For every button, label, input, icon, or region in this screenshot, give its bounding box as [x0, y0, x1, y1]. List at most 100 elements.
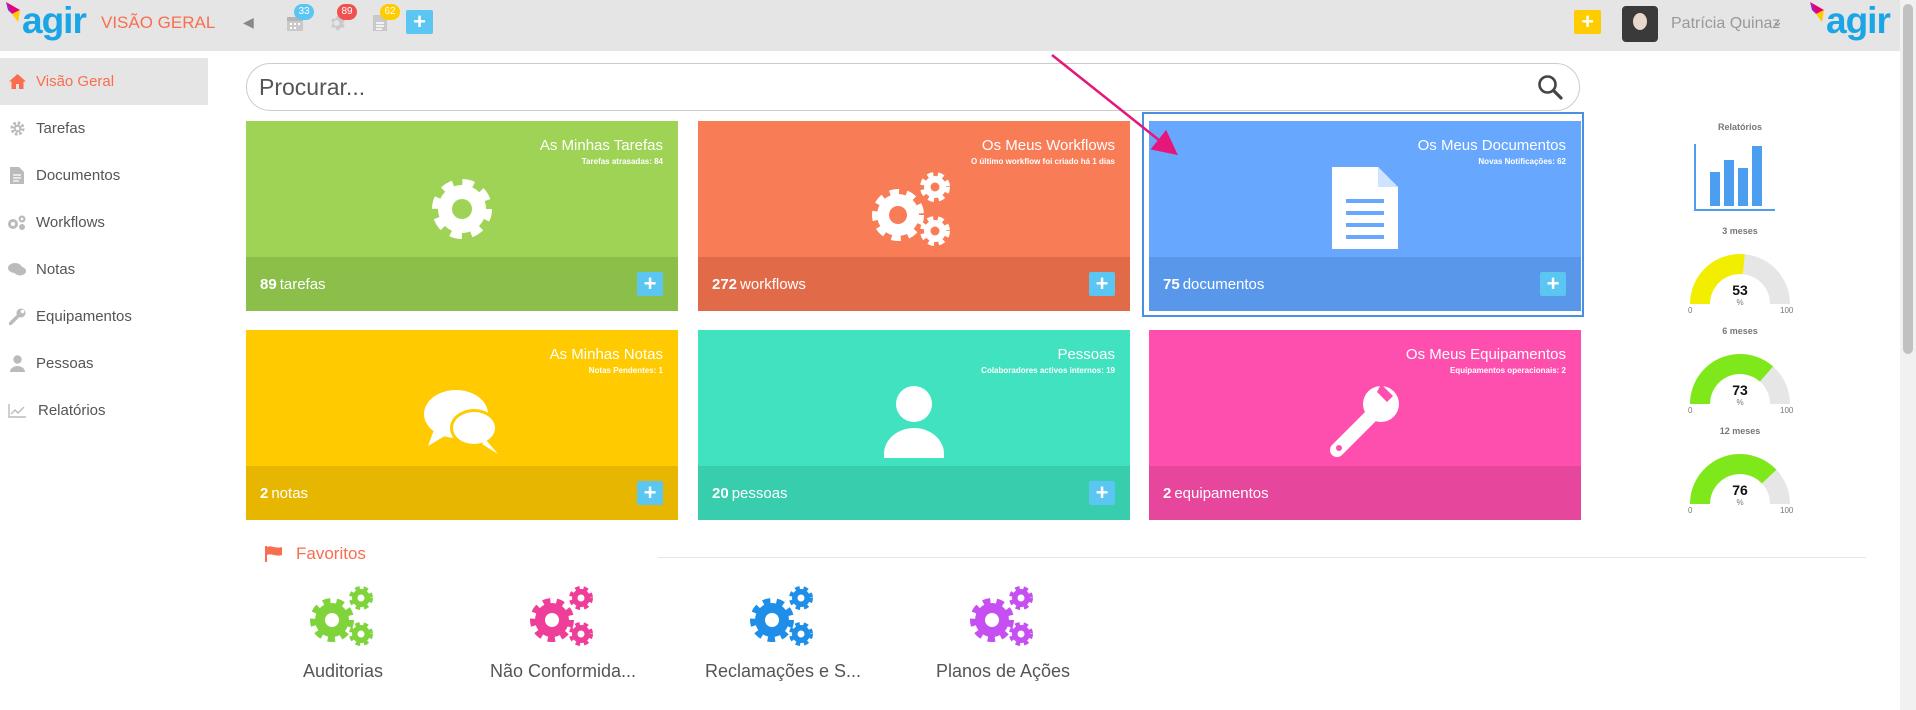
app-logo-right: agir [1810, 0, 1891, 42]
sidebar-item-label: Tarefas [36, 120, 86, 137]
user-name[interactable]: Patrícia Quinaz [1671, 15, 1780, 33]
bar-chart-icon[interactable] [1680, 138, 1800, 218]
sidebar-item-label: Relatórios [38, 402, 106, 419]
gauge-label: 6 meses [1722, 326, 1758, 336]
calendar-badge: 33 [294, 4, 314, 20]
count-unit: workflows [740, 276, 806, 293]
tile-subtitle: O último workflow foi criado há 1 dias [970, 157, 1115, 166]
collapse-sidebar-icon[interactable]: ◀ [243, 14, 254, 31]
tasks-notifications-button[interactable]: 89 [329, 4, 357, 34]
quick-add-button[interactable]: + [406, 10, 433, 34]
sidebar-item-label: Pessoas [36, 355, 94, 372]
favorite-item[interactable]: Reclamações e S... [683, 584, 883, 682]
gauge-value: 73 [1732, 382, 1748, 398]
add-task-button[interactable]: + [637, 272, 663, 296]
logo-text: agir [1826, 0, 1891, 41]
bird-logo-icon [6, 2, 20, 22]
calendar-notifications-button[interactable]: 33 [286, 4, 314, 34]
tile-notas[interactable]: As Minhas Notas Notas Pendentes: 1 2 nota… [246, 330, 678, 520]
sidebar-item-notas[interactable]: Notas [0, 246, 208, 293]
sidebar-item-equipamentos[interactable]: Equipamentos [0, 293, 208, 340]
sidebar-item-pessoas[interactable]: Pessoas [0, 340, 208, 387]
add-person-button[interactable]: + [1089, 481, 1115, 505]
search-input[interactable] [259, 72, 1509, 102]
gears-icon [530, 586, 593, 646]
add-workflow-button[interactable]: + [1089, 272, 1115, 296]
sidebar-item-label: Visão Geral [36, 73, 115, 90]
documents-badge: 62 [380, 4, 400, 20]
user-icon [6, 340, 28, 387]
count-value: 89 [260, 276, 277, 293]
add-note-button[interactable]: + [637, 481, 663, 505]
count-value: 20 [712, 485, 729, 502]
add-button[interactable]: + [1574, 10, 1601, 34]
wrench-icon [1149, 376, 1581, 460]
favorite-item[interactable]: Auditorias [243, 584, 443, 682]
flag-icon [265, 546, 283, 567]
count-value: 2 [260, 485, 269, 502]
gauge-list: 3 meses 53% 0 100 6 meses 73% 0 100 12 meses 76% 0… [1680, 226, 1800, 526]
favorite-item[interactable]: Não Conformida... [463, 584, 663, 682]
tile-tarefas[interactable]: As Minhas Tarefas Tarefas atrasadas: 84 … [246, 121, 678, 311]
gears-icon [750, 586, 813, 646]
tile-title: Pessoas [1057, 346, 1115, 363]
tile-footer: 2 notas + [246, 466, 678, 520]
search-bar [246, 63, 1580, 111]
tile-pessoas[interactable]: Pessoas Colaboradores activos internos: … [698, 330, 1130, 520]
section-title: VISÃO GERAL [101, 13, 216, 32]
app-logo[interactable]: agir [6, 0, 87, 42]
tile-subtitle: Colaboradores activos internos: 19 [981, 366, 1115, 375]
sidebar-item-documentos[interactable]: Documentos [0, 152, 208, 199]
gauge-label: 12 meses [1719, 426, 1761, 436]
gears-icon [6, 199, 28, 246]
gauge-min: 0 [1688, 306, 1693, 315]
gears-icon [310, 586, 373, 646]
tasks-badge: 89 [337, 4, 357, 20]
gauge[interactable]: 12 meses 76% 0 100 [1680, 426, 1800, 526]
gauge-max: 100 [1780, 406, 1794, 415]
tile-subtitle: Notas Pendentes: 1 [588, 366, 663, 375]
divider [658, 557, 1866, 558]
gauge-min: 0 [1688, 506, 1693, 515]
favorite-label: Planos de Ações [935, 661, 1071, 681]
gears-icon [970, 586, 1033, 646]
sidebar-item-visao-geral[interactable]: Visão Geral [0, 58, 208, 105]
count-unit: equipamentos [1174, 485, 1269, 502]
documents-notifications-button[interactable]: 62 [372, 4, 400, 34]
chevron-down-icon[interactable]: ⌄ [1772, 14, 1783, 30]
sidebar-item-workflows[interactable]: Workflows [0, 199, 208, 246]
sidebar-item-tarefas[interactable]: Tarefas [0, 105, 208, 152]
tile-subtitle: Tarefas atrasadas: 84 [581, 157, 663, 166]
comments-icon [6, 246, 28, 293]
line-chart-icon [6, 387, 28, 434]
bird-logo-icon [1810, 2, 1824, 22]
sidebar-item-label: Documentos [36, 167, 121, 184]
avatar[interactable] [1622, 6, 1658, 42]
tile-subtitle: Equipamentos operacionais: 2 [1449, 366, 1566, 375]
reports-panel[interactable]: Relatórios 3 meses 53% 0 100 6 meses 73% 0 100 1… [1680, 122, 1800, 526]
tile-count: 272 workflows [712, 276, 806, 293]
gauge[interactable]: 6 meses 73% 0 100 [1680, 326, 1800, 426]
tile-count: 20 pessoas [712, 485, 788, 502]
tile-workflows[interactable]: Os Meus Workflows O último workflow foi … [698, 121, 1130, 311]
sidebar-item-relatorios[interactable]: Relatórios [0, 387, 208, 434]
count-value: 2 [1163, 485, 1172, 502]
tile-title: As Minhas Notas [549, 346, 663, 363]
tile-title: Os Meus Workflows [981, 137, 1115, 154]
sidebar-item-label: Notas [36, 261, 76, 278]
favorites-title: Favoritos [296, 544, 366, 563]
favorite-item[interactable]: Planos de Ações [903, 584, 1103, 682]
tile-title: As Minhas Tarefas [539, 137, 663, 154]
scrollbar-thumb[interactable] [1903, 4, 1913, 354]
tile-equipamentos[interactable]: Os Meus Equipamentos Equipamentos operac… [1149, 330, 1581, 520]
count-unit: tarefas [279, 276, 326, 293]
tile-footer: 2 equipamentos [1149, 466, 1581, 520]
gear-icon [246, 167, 678, 251]
tile-count: 2 equipamentos [1163, 485, 1269, 502]
gauge[interactable]: 3 meses 53% 0 100 [1680, 226, 1800, 326]
document-icon [6, 152, 28, 199]
favorite-label: Auditorias [302, 661, 384, 681]
search-icon[interactable] [1537, 74, 1563, 105]
sidebar-item-label: Workflows [36, 214, 105, 231]
tile-footer: 272 workflows + [698, 257, 1130, 311]
